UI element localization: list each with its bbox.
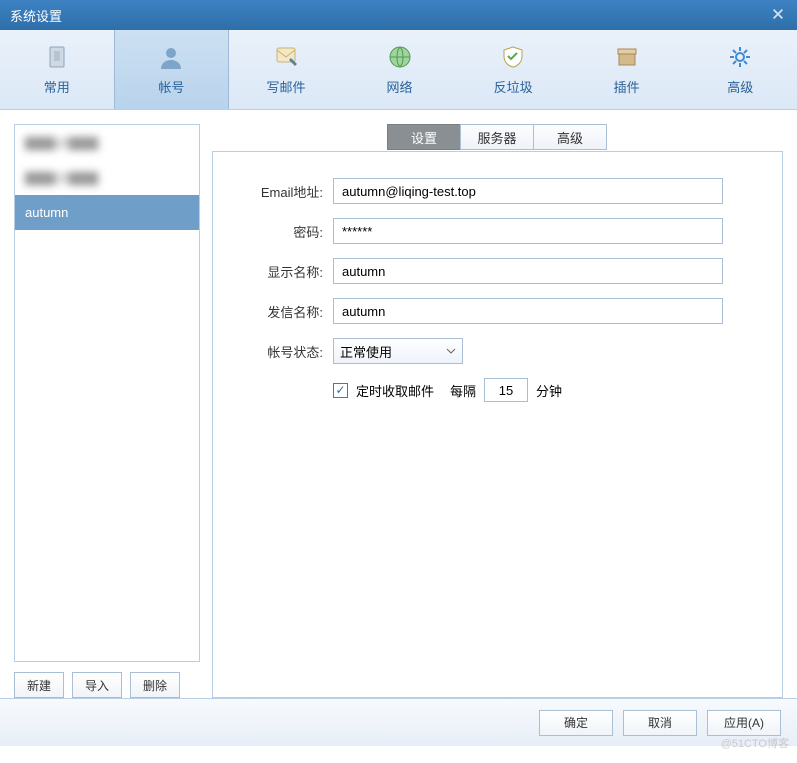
subtab-server[interactable]: 服务器 [460, 124, 534, 150]
tab-antispam[interactable]: 反垃圾 [456, 30, 570, 109]
title-bar: 系统设置 [0, 0, 797, 30]
status-select[interactable]: 正常使用 [333, 338, 463, 364]
status-label: 帐号状态: [233, 342, 323, 361]
list-item[interactable]: ▇▇▇@▇▇▇ [15, 125, 199, 160]
cancel-button[interactable]: 取消 [623, 710, 697, 736]
password-field[interactable] [333, 218, 723, 244]
account-list: ▇▇▇@▇▇▇ ▇▇▇@▇▇▇ autumn [14, 124, 200, 662]
tab-common-label: 常用 [44, 77, 70, 96]
new-button[interactable]: 新建 [14, 672, 64, 698]
gear-icon [726, 43, 754, 71]
tab-network-label: 网络 [387, 77, 413, 96]
interval-post: 分钟 [536, 381, 562, 400]
ok-button[interactable]: 确定 [539, 710, 613, 736]
timed-checkbox[interactable]: ✓ [333, 383, 348, 398]
tab-antispam-label: 反垃圾 [494, 77, 533, 96]
delete-button[interactable]: 删除 [130, 672, 180, 698]
sub-tabs: 设置 服务器 高级 [212, 124, 783, 152]
sidebar: ▇▇▇@▇▇▇ ▇▇▇@▇▇▇ autumn 新建 导入 删除 [14, 124, 200, 698]
body-area: ▇▇▇@▇▇▇ ▇▇▇@▇▇▇ autumn 新建 导入 删除 设置 服务器 高… [0, 110, 797, 698]
close-icon[interactable] [771, 7, 787, 23]
box-icon [613, 43, 641, 71]
main-toolbar: 常用 帐号 写邮件 网络 反垃圾 插件 高级 [0, 30, 797, 110]
password-label: 密码: [233, 222, 323, 241]
footer: 确定 取消 应用(A) [0, 698, 797, 746]
tab-account[interactable]: 帐号 [114, 30, 230, 109]
subtab-advanced[interactable]: 高级 [533, 124, 607, 150]
tab-account-label: 帐号 [158, 77, 184, 96]
list-item[interactable]: autumn [15, 195, 199, 230]
interval-field[interactable] [484, 378, 528, 402]
form-box: Email地址: 密码: 显示名称: 发信名称: 帐号状态: 正常使用 [212, 151, 783, 698]
window-title: 系统设置 [10, 6, 62, 25]
tab-network[interactable]: 网络 [343, 30, 457, 109]
email-field[interactable] [333, 178, 723, 204]
main-panel: 设置 服务器 高级 Email地址: 密码: 显示名称: 发信名称: 帐号状态 [212, 124, 783, 698]
display-name-label: 显示名称: [233, 262, 323, 281]
import-button[interactable]: 导入 [72, 672, 122, 698]
tab-compose[interactable]: 写邮件 [229, 30, 343, 109]
interval-pre: 每隔 [450, 381, 476, 400]
sender-name-field[interactable] [333, 298, 723, 324]
apply-button[interactable]: 应用(A) [707, 710, 781, 736]
tab-compose-label: 写邮件 [266, 77, 305, 96]
subtab-settings[interactable]: 设置 [387, 124, 461, 150]
shield-icon [499, 43, 527, 71]
tab-common[interactable]: 常用 [0, 30, 114, 109]
compose-icon [272, 43, 300, 71]
list-item[interactable]: ▇▇▇@▇▇▇ [15, 160, 199, 195]
email-label: Email地址: [233, 182, 323, 201]
chevron-down-icon [446, 344, 456, 359]
status-value: 正常使用 [340, 342, 392, 361]
globe-icon [386, 43, 414, 71]
tab-advanced[interactable]: 高级 [683, 30, 797, 109]
sidebar-buttons: 新建 导入 删除 [14, 672, 200, 698]
common-icon [43, 43, 71, 71]
tab-plugins[interactable]: 插件 [570, 30, 684, 109]
user-icon [157, 43, 185, 71]
tab-plugins-label: 插件 [614, 77, 640, 96]
timed-label: 定时收取邮件 [356, 381, 434, 400]
display-name-field[interactable] [333, 258, 723, 284]
sender-name-label: 发信名称: [233, 302, 323, 321]
tab-advanced-label: 高级 [727, 77, 753, 96]
